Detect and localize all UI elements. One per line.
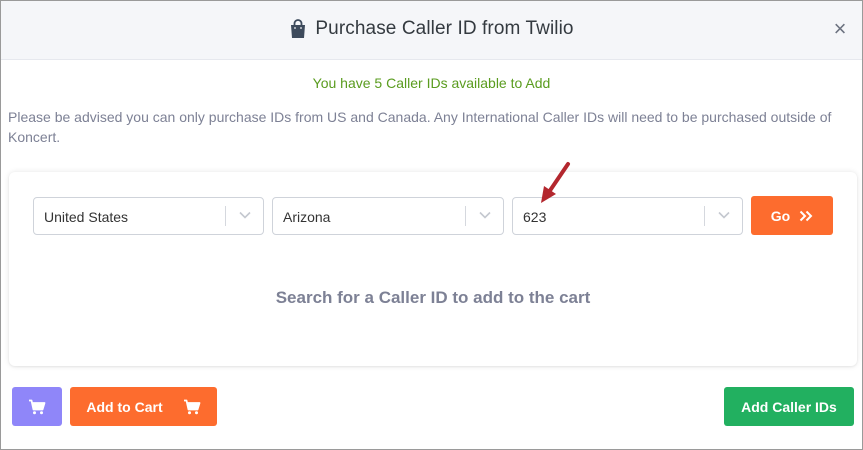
select-separator: [704, 206, 705, 226]
add-caller-ids-button[interactable]: Add Caller IDs: [724, 387, 854, 426]
select-separator: [465, 206, 466, 226]
search-empty-message: Search for a Caller ID to add to the car…: [275, 288, 591, 307]
add-to-cart-label: Add to Cart: [86, 398, 163, 415]
search-panel: United States Arizona 623 Go Search for …: [9, 172, 857, 366]
annotation-arrow-icon: [541, 162, 570, 203]
available-caller-ids-message: You have 5 Caller IDs available to Add: [312, 75, 551, 91]
modal-header: Purchase Caller ID from Twilio ×: [1, 1, 862, 60]
purchase-notice: Please be advised you can only purchase …: [8, 109, 832, 145]
country-select[interactable]: United States: [33, 197, 264, 235]
purchase-caller-id-modal: Purchase Caller ID from Twilio × You hav…: [0, 0, 863, 450]
state-select-value: Arizona: [283, 209, 331, 225]
modal-title-text: Purchase Caller ID from Twilio: [315, 18, 574, 39]
close-button[interactable]: ×: [831, 16, 849, 41]
chevron-down-icon: [718, 211, 730, 219]
go-button-label: Go: [770, 207, 791, 224]
chevron-down-icon: [479, 211, 491, 219]
modal-title: Purchase Caller ID from Twilio: [1, 18, 862, 40]
go-button[interactable]: Go: [751, 196, 833, 235]
chevron-down-icon: [239, 211, 251, 219]
double-chevron-right-icon: [800, 210, 813, 221]
country-select-value: United States: [44, 209, 129, 225]
shopping-bag-icon: [291, 19, 306, 38]
shopping-cart-icon: [183, 399, 201, 414]
state-select[interactable]: Arizona: [272, 197, 504, 235]
close-icon: ×: [833, 16, 847, 41]
add-to-cart-button[interactable]: Add to Cart: [70, 387, 217, 426]
area-code-select-value: 623: [523, 209, 547, 225]
view-cart-button[interactable]: [12, 387, 62, 426]
add-caller-ids-label: Add Caller IDs: [741, 398, 837, 415]
shopping-cart-icon: [29, 399, 46, 414]
select-separator: [225, 206, 226, 226]
